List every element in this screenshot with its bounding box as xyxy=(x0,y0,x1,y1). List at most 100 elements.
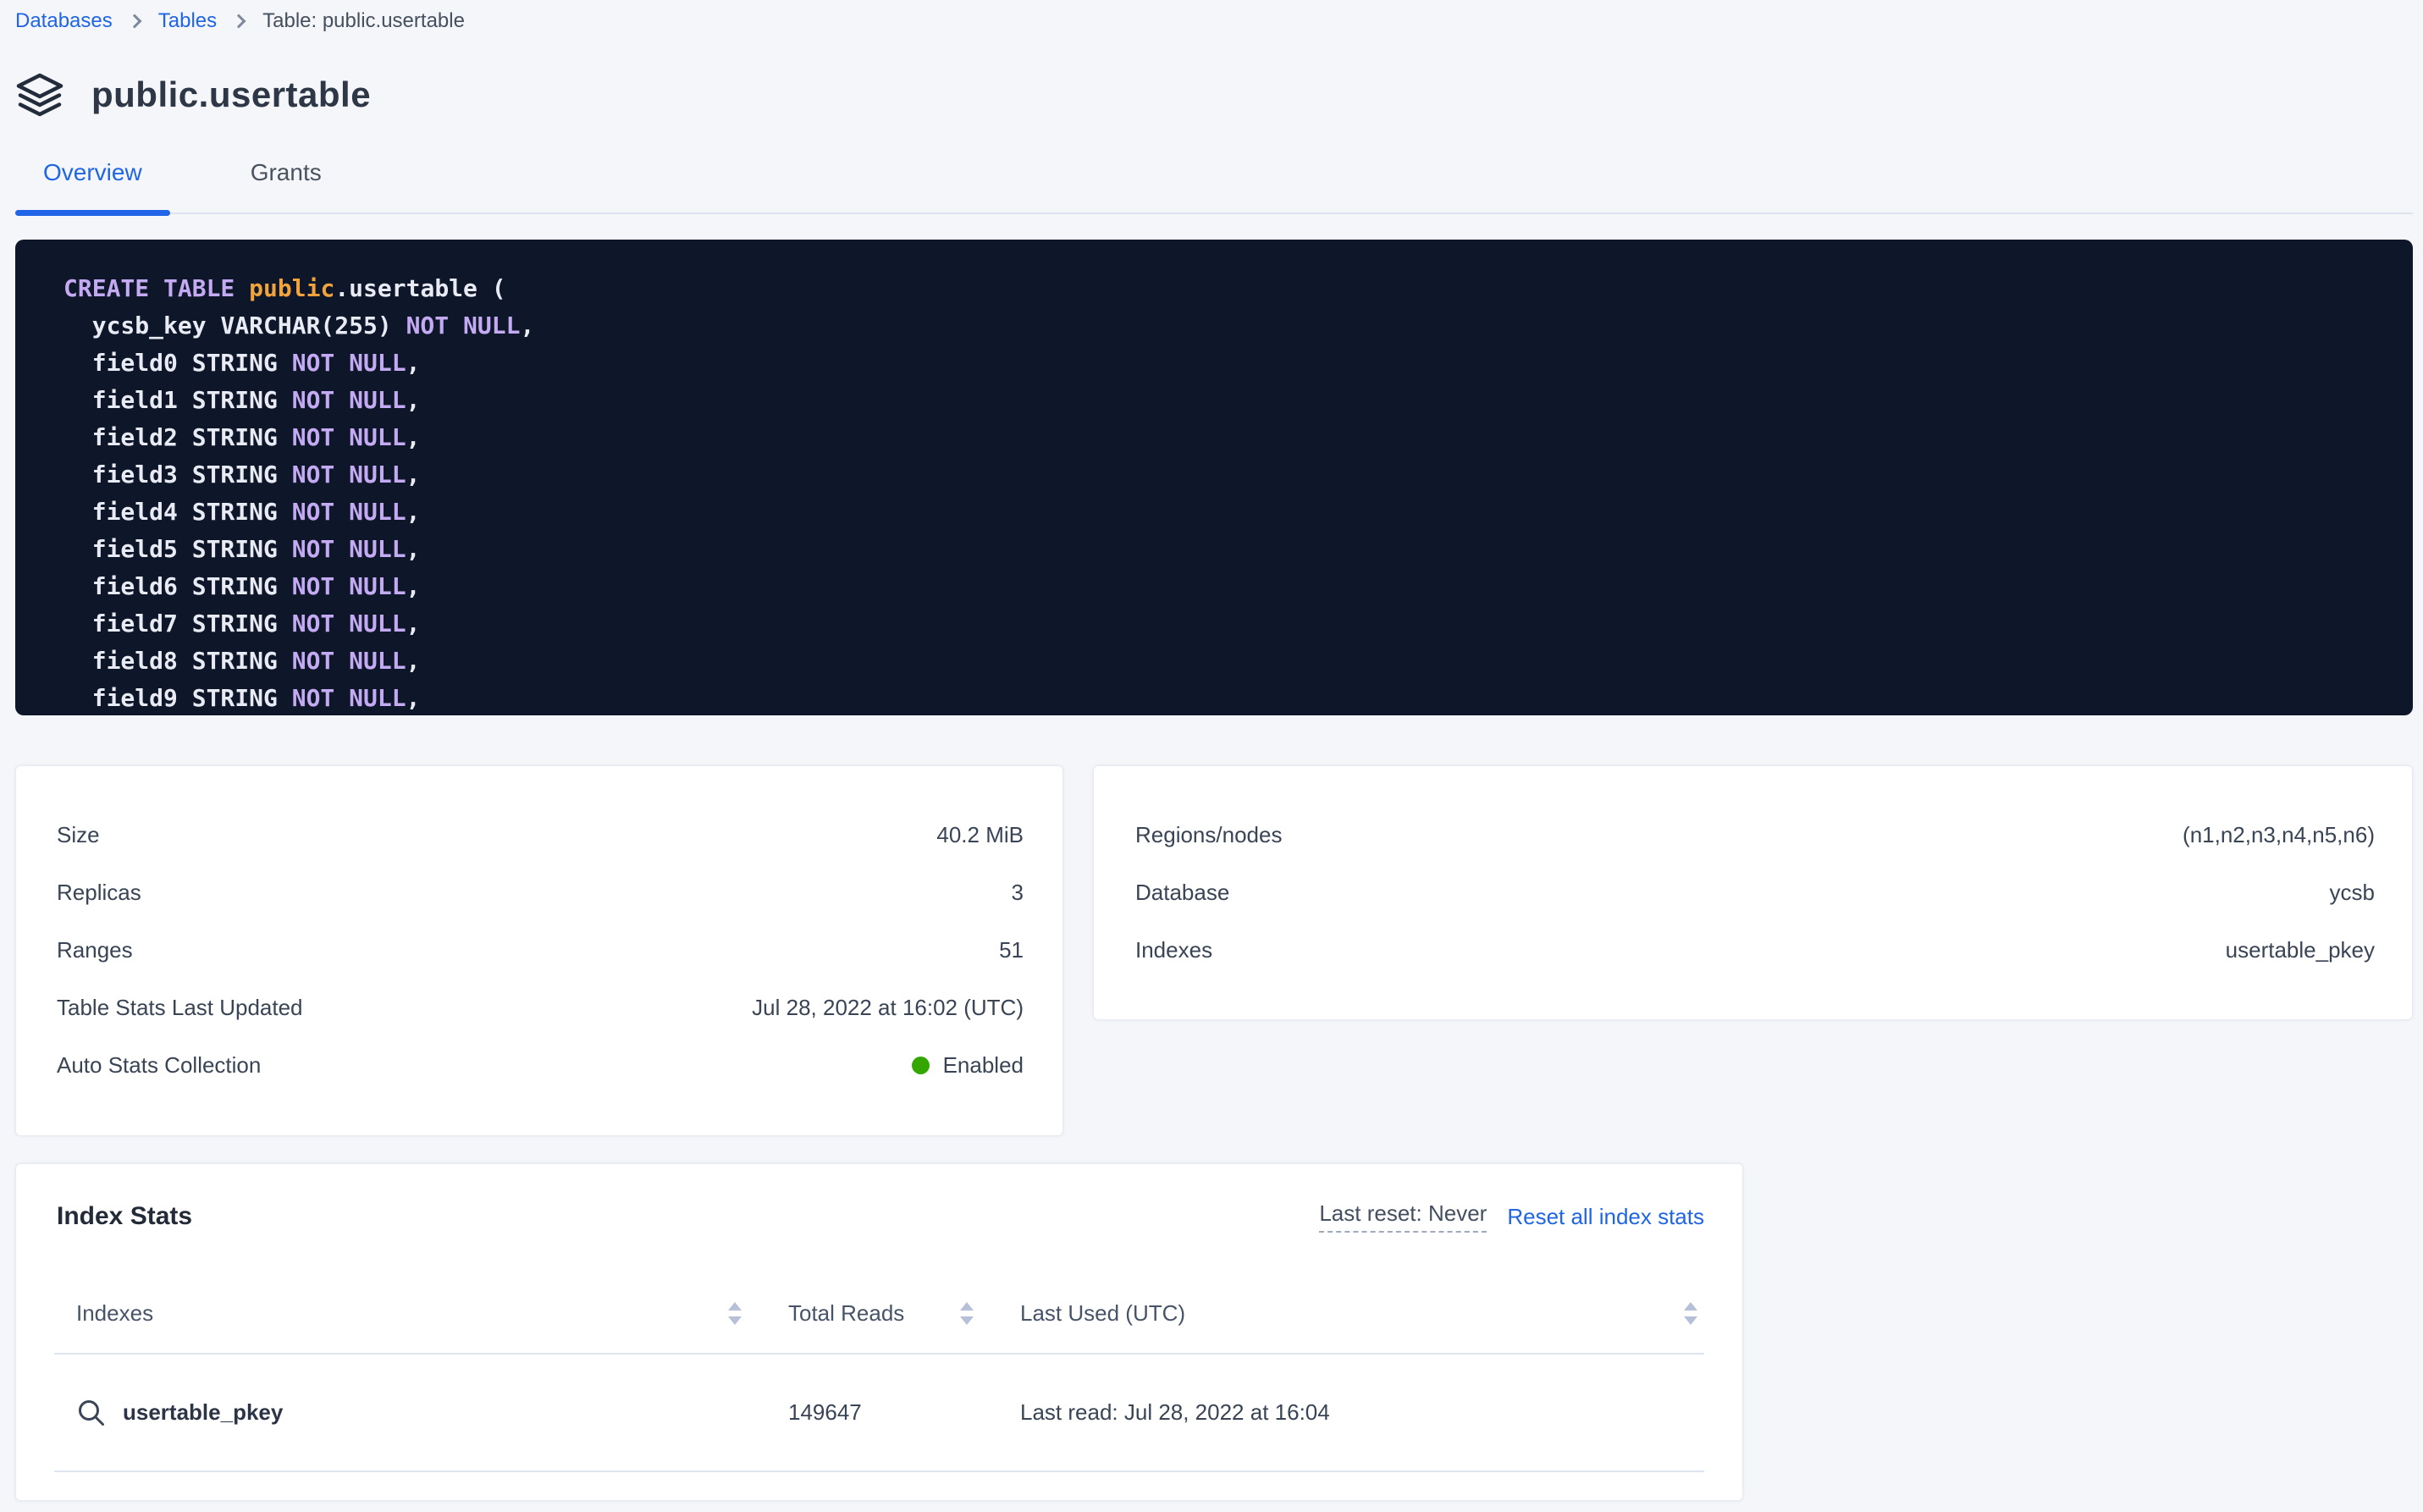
sql-token: , xyxy=(406,535,421,563)
stat-label: Table Stats Last Updated xyxy=(57,995,303,1021)
reset-index-stats-link[interactable]: Reset all index stats xyxy=(1507,1204,1704,1230)
sql-token: field1 STRING xyxy=(63,386,292,414)
stat-row: Regions/nodes (n1,n2,n3,n4,n5,n6) xyxy=(1135,806,2375,864)
total-reads-value: 149647 xyxy=(788,1399,862,1426)
index-name-cell: usertable_pkey xyxy=(54,1355,748,1471)
sql-token: field8 STRING xyxy=(63,647,292,675)
stat-label: Replicas xyxy=(57,880,141,906)
sql-token: field3 STRING xyxy=(63,461,292,488)
stat-row: Ranges 51 xyxy=(57,921,1024,979)
table-stats-card: Size40.2 MiB Replicas 3 Ranges 51 Table Stats… xyxy=(15,765,1063,1136)
chevron-right-icon xyxy=(232,14,246,29)
stat-value: 40.2 MiB xyxy=(936,822,1024,848)
sql-token: , xyxy=(406,349,421,377)
sql-token: NOT NULL xyxy=(292,647,406,675)
sql-token: , xyxy=(406,610,421,637)
sql-line: ycsb_key VARCHAR(255) NOT NULL, xyxy=(63,307,2379,345)
chevron-right-icon xyxy=(127,14,141,29)
sql-token: , xyxy=(406,572,421,600)
sql-token: , xyxy=(406,647,421,675)
last-used-value: Last read: Jul 28, 2022 at 16:04 xyxy=(1020,1399,1330,1426)
table-row: usertable_pkey 149647 Last read: Jul 28,… xyxy=(54,1355,1704,1472)
sql-token: NOT NULL xyxy=(406,312,521,339)
sql-token: , xyxy=(520,312,534,339)
sql-token: NOT NULL xyxy=(292,423,406,451)
tab-overview-label: Overview xyxy=(43,159,142,186)
magnifier-icon xyxy=(77,1399,106,1427)
sql-token: NOT NULL xyxy=(292,535,406,563)
last-used-cell: Last read: Jul 28, 2022 at 16:04 xyxy=(980,1355,1704,1471)
index-stats-actions: Last reset: Never Reset all index stats xyxy=(1319,1200,1704,1233)
index-stats-table-header: Indexes Total Reads Last Used (UTC) xyxy=(54,1273,1704,1355)
sql-token: , xyxy=(406,386,421,414)
stat-value: ycsb xyxy=(2330,880,2375,906)
sql-line: field5 STRING NOT NULL, xyxy=(63,531,2379,568)
sql-line: field4 STRING NOT NULL, xyxy=(63,494,2379,531)
table-info-card: Regions/nodes (n1,n2,n3,n4,n5,n6) Database… xyxy=(1093,765,2413,1020)
breadcrumb-databases[interactable]: Databases xyxy=(15,9,113,33)
sql-token: field0 STRING xyxy=(63,349,292,377)
summary-cards-row: Size40.2 MiB Replicas 3 Ranges 51 Table Stats… xyxy=(15,765,2413,1136)
sql-token: .usertable ( xyxy=(334,274,505,302)
sql-line: CREATE TABLE public.usertable ( xyxy=(63,270,2379,307)
tab-grants[interactable]: Grants xyxy=(223,150,350,214)
breadcrumb-tables[interactable]: Tables xyxy=(158,9,217,33)
sql-token: NOT NULL xyxy=(292,610,406,637)
sort-icon xyxy=(960,1302,974,1325)
sql-token: public xyxy=(249,274,334,302)
sql-token: , xyxy=(406,461,421,488)
sql-token: field5 STRING xyxy=(63,535,292,563)
stack-icon xyxy=(15,73,64,117)
sql-token: , xyxy=(406,423,421,451)
index-stats-title: Index Stats xyxy=(57,1202,192,1231)
stat-value: 3 xyxy=(1012,880,1024,906)
column-header-indexes[interactable]: Indexes xyxy=(54,1273,748,1353)
sql-line: field9 STRING NOT NULL, xyxy=(63,680,2379,715)
breadcrumb-current: Table: public.usertable xyxy=(262,9,465,33)
index-stats-table: Indexes Total Reads Last Used (UTC) xyxy=(54,1273,1704,1472)
sql-line: field0 STRING NOT NULL, xyxy=(63,345,2379,382)
tab-overview[interactable]: Overview xyxy=(15,150,170,214)
column-header-total-reads[interactable]: Total Reads xyxy=(748,1273,980,1353)
stat-label: Regions/nodes xyxy=(1135,822,1282,848)
sql-token: field6 STRING xyxy=(63,572,292,600)
stat-value: Enabled xyxy=(912,1052,1024,1079)
tab-grants-label: Grants xyxy=(251,159,322,186)
sql-token: field7 STRING xyxy=(63,610,292,637)
breadcrumb: Databases Tables Table: public.usertable xyxy=(15,8,2413,34)
stat-label: Database xyxy=(1135,880,1229,906)
sql-token: NOT NULL xyxy=(292,572,406,600)
sort-icon xyxy=(1684,1302,1697,1325)
sql-line: field1 STRING NOT NULL, xyxy=(63,382,2379,419)
status-dot-icon xyxy=(912,1057,930,1074)
sql-token: NOT NULL xyxy=(292,386,406,414)
stat-row: Size40.2 MiB xyxy=(57,806,1024,864)
tab-bar: Overview Grants xyxy=(15,150,2413,214)
stat-value: 51 xyxy=(999,937,1024,963)
sql-token: NOT NULL xyxy=(292,498,406,526)
sql-line: field6 STRING NOT NULL, xyxy=(63,568,2379,605)
index-stats-card: Index Stats Last reset: Never Reset all … xyxy=(15,1163,1743,1501)
stat-label: Auto Stats Collection xyxy=(57,1052,261,1079)
stat-value: usertable_pkey xyxy=(2226,937,2375,963)
stat-row: Table Stats Last UpdatedJul 28, 2022 at … xyxy=(57,979,1024,1036)
sql-token: NOT NULL xyxy=(292,461,406,488)
stat-row: Auto Stats Collection Enabled xyxy=(57,1036,1024,1094)
sql-token: , xyxy=(406,684,421,712)
sort-icon xyxy=(728,1302,742,1325)
stat-label: Ranges xyxy=(57,937,133,963)
sql-token: NOT NULL xyxy=(292,349,406,377)
stat-value: (n1,n2,n3,n4,n5,n6) xyxy=(2183,822,2375,848)
stat-row: Replicas 3 xyxy=(57,864,1024,921)
sql-line: field7 STRING NOT NULL, xyxy=(63,605,2379,643)
index-name: usertable_pkey xyxy=(123,1399,283,1426)
stat-label: Indexes xyxy=(1135,937,1212,963)
stat-row: Database ycsb xyxy=(1135,864,2375,921)
stat-row: Indexes usertable_pkey xyxy=(1135,921,2375,979)
column-header-last-used[interactable]: Last Used (UTC) xyxy=(980,1273,1704,1353)
sql-line: field3 STRING NOT NULL, xyxy=(63,456,2379,494)
index-stats-header: Index Stats Last reset: Never Reset all … xyxy=(54,1201,1704,1232)
create-table-statement: CREATE TABLE public.usertable ( ycsb_key… xyxy=(15,240,2413,715)
sql-token: ycsb_key VARCHAR(255) xyxy=(63,312,406,339)
page-header: public.usertable xyxy=(15,71,2413,119)
